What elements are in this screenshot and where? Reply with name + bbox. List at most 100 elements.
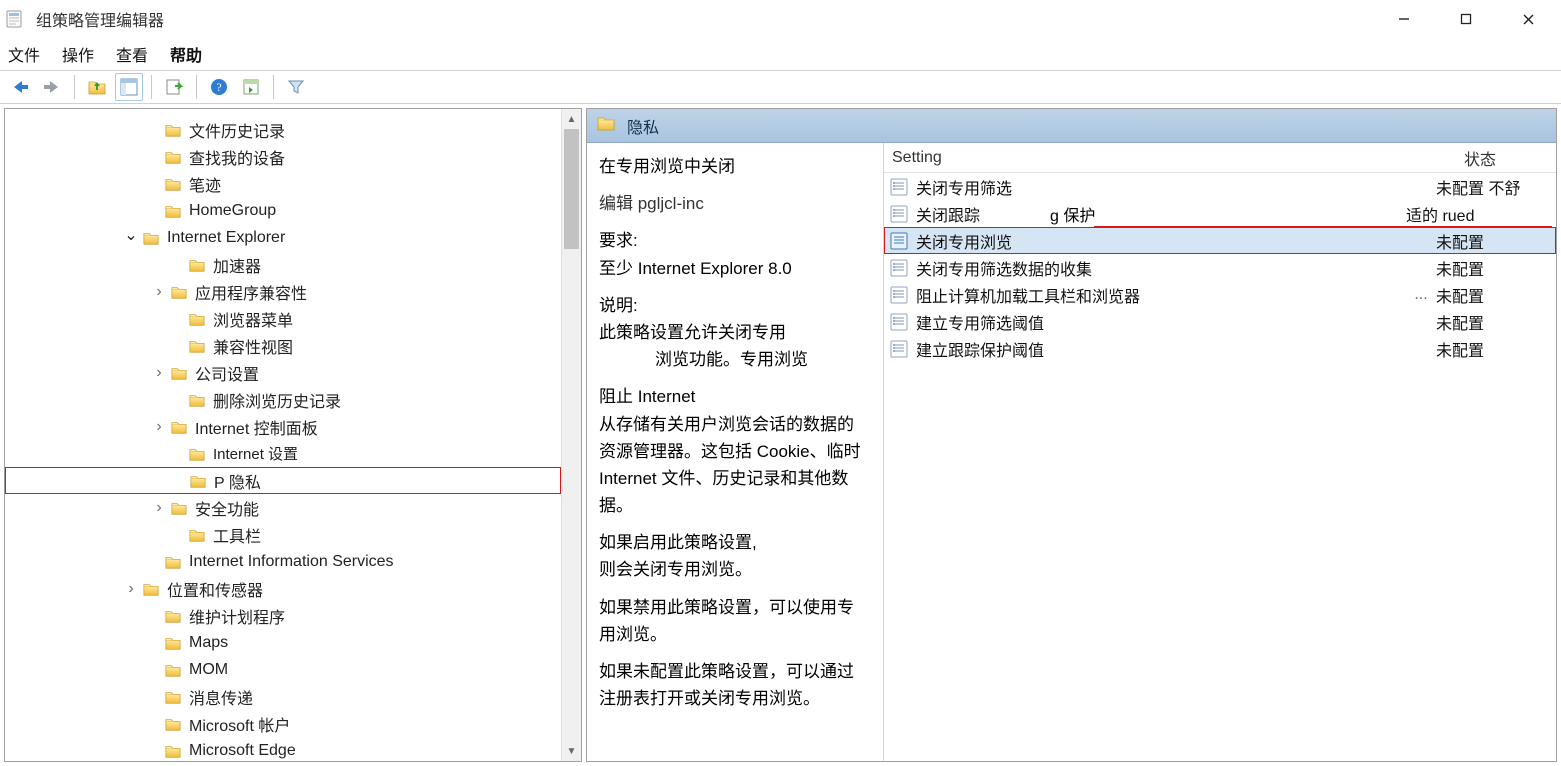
- app-icon: [4, 8, 26, 30]
- menu-action[interactable]: 操作: [62, 42, 94, 66]
- tree-item-label: 笔迹: [189, 172, 221, 196]
- tree-item[interactable]: Internet 设置: [5, 440, 561, 467]
- setting-name: 关闭专用浏览: [916, 229, 1406, 253]
- tree-item[interactable]: 浏览器菜单: [5, 305, 561, 332]
- export-button[interactable]: [160, 73, 188, 101]
- tree-scrollbar[interactable]: ▲ ▼: [561, 109, 581, 761]
- tree-item[interactable]: Microsoft Edge: [5, 737, 561, 761]
- folder-icon: [141, 580, 161, 598]
- chevron-down-icon[interactable]: ⌄: [123, 225, 139, 245]
- chevron-right-icon[interactable]: ›: [151, 499, 167, 517]
- tree-item[interactable]: 删除浏览历史记录: [5, 386, 561, 413]
- help-button[interactable]: ?: [205, 73, 233, 101]
- tree-item-label: Internet 设置: [213, 443, 298, 464]
- minimize-button[interactable]: [1373, 3, 1435, 35]
- folder-icon: [163, 742, 183, 760]
- details-pane: 隐私 ▲ 在专用浏览中关闭 编辑 pgljcl-inc 要求: 至少 Inter…: [586, 108, 1557, 762]
- tree-item-label: Internet Information Services: [189, 553, 394, 571]
- folder-icon: [187, 337, 207, 355]
- scroll-down-icon[interactable]: ▼: [562, 741, 581, 761]
- setting-row[interactable]: 关闭专用筛选数据的收集未配置: [884, 254, 1556, 281]
- tree-item[interactable]: 维护计划程序: [5, 602, 561, 629]
- tree-item-label: 位置和传感器: [167, 577, 263, 601]
- close-button[interactable]: [1497, 3, 1559, 35]
- description-text: 阻止 Internet: [599, 383, 869, 410]
- scroll-up-icon[interactable]: ▲: [562, 109, 581, 129]
- policy-icon: [888, 312, 910, 332]
- description-text: 从存储有关用户浏览会话的数据的资源管理器。这包括 Cookie、临时 Inter…: [599, 411, 869, 520]
- setting-row[interactable]: 关闭专用浏览未配置: [884, 227, 1556, 254]
- tree-item[interactable]: 加速器: [5, 251, 561, 278]
- tree-item-label: 安全功能: [195, 496, 259, 520]
- tree-item[interactable]: P 隐私: [5, 467, 561, 494]
- setting-row[interactable]: 关闭专用筛选 未配置 不舒: [884, 173, 1556, 200]
- tree-item[interactable]: MOM: [5, 656, 561, 683]
- chevron-right-icon[interactable]: ›: [123, 580, 139, 598]
- folder-icon: [187, 310, 207, 328]
- menu-view[interactable]: 查看: [116, 42, 148, 66]
- tree-item[interactable]: HomeGroup: [5, 197, 561, 224]
- setting-name: 关闭专用筛选: [916, 175, 1406, 199]
- settings-list-pane: Setting 状态 关闭专用筛选未配置 不舒关闭跟踪g 保护适的 rued关闭…: [884, 143, 1556, 761]
- chevron-right-icon[interactable]: ›: [151, 364, 167, 382]
- tree-item[interactable]: 文件历史记录: [5, 116, 561, 143]
- tree-item[interactable]: ›公司设置: [5, 359, 561, 386]
- tree-item[interactable]: ›Internet 控制面板: [5, 413, 561, 440]
- column-setting[interactable]: Setting: [884, 149, 1404, 167]
- tree-item[interactable]: ›应用程序兼容性: [5, 278, 561, 305]
- filter-button[interactable]: [282, 73, 310, 101]
- show-hide-tree-button[interactable]: [115, 73, 143, 101]
- setting-row[interactable]: 建立专用筛选阈值未配置: [884, 308, 1556, 335]
- setting-state: 未配置: [1436, 256, 1556, 280]
- window-title: 组策略管理编辑器: [36, 7, 164, 31]
- tree-item[interactable]: 工具栏: [5, 521, 561, 548]
- main-area: 文件历史记录查找我的设备笔迹 HomeGroup ⌄Internet Explore…: [0, 104, 1561, 766]
- details-header: 隐私: [587, 109, 1556, 143]
- policy-icon: [888, 177, 910, 197]
- tree-item[interactable]: 查找我的设备: [5, 143, 561, 170]
- scroll-thumb[interactable]: [564, 129, 579, 249]
- tree-item-label: 兼容性视图: [213, 334, 293, 358]
- column-state[interactable]: 状态: [1404, 146, 1556, 170]
- tree-item[interactable]: ⌄Internet Explorer: [5, 224, 561, 251]
- tree-item[interactable]: 笔迹: [5, 170, 561, 197]
- maximize-button[interactable]: [1435, 3, 1497, 35]
- folder-icon: [187, 445, 207, 463]
- folder-icon: [169, 364, 189, 382]
- folder-icon: [163, 175, 183, 193]
- tree-item[interactable]: Maps: [5, 629, 561, 656]
- chevron-right-icon[interactable]: ›: [151, 283, 167, 301]
- tree-item-label: 工具栏: [213, 523, 261, 547]
- tree-item[interactable]: 消息传递: [5, 683, 561, 710]
- setting-row[interactable]: 关闭跟踪g 保护适的 rued: [884, 200, 1556, 227]
- tree-item-label: MOM: [189, 661, 228, 679]
- tree-item[interactable]: Internet Information Services: [5, 548, 561, 575]
- setting-state: 未配置 不舒: [1436, 175, 1556, 199]
- tree-item[interactable]: › 安全功能: [5, 494, 561, 521]
- edit-link[interactable]: 编辑 pgljcl-inc: [599, 190, 869, 217]
- titlebar: 组策略管理编辑器: [0, 0, 1561, 38]
- properties-button[interactable]: [237, 73, 265, 101]
- policy-icon: [888, 339, 910, 359]
- menu-file[interactable]: 文件: [8, 42, 40, 66]
- chevron-right-icon[interactable]: ›: [151, 418, 167, 436]
- up-folder-button[interactable]: [83, 73, 111, 101]
- setting-state: 未配置: [1436, 310, 1556, 334]
- folder-icon: [163, 121, 183, 139]
- tree-item[interactable]: Microsoft 帐户: [5, 710, 561, 737]
- tree-item-label: HomeGroup: [189, 202, 276, 220]
- tree-item-label: 删除浏览历史记录: [213, 388, 341, 412]
- tree-item-label: Microsoft 帐户: [189, 712, 290, 736]
- nav-back-button[interactable]: [6, 73, 34, 101]
- setting-row[interactable]: 建立跟踪保护阈值未配置: [884, 335, 1556, 362]
- tree-item[interactable]: › 位置和传感器: [5, 575, 561, 602]
- tree-item[interactable]: 兼容性视图: [5, 332, 561, 359]
- folder-icon: [163, 202, 183, 220]
- requirements-value: 至少 Internet Explorer 8.0: [599, 255, 869, 282]
- description-text: 如果未配置此策略设置，可以通过注册表打开或关闭专用浏览。: [599, 658, 869, 712]
- menu-help[interactable]: 帮助: [170, 42, 202, 66]
- description-text: 如果启用此策略设置,: [599, 529, 869, 556]
- nav-forward-button[interactable]: [38, 73, 66, 101]
- setting-row[interactable]: 阻止计算机加载工具栏和浏览器...未配置: [884, 281, 1556, 308]
- tree[interactable]: 文件历史记录查找我的设备笔迹 HomeGroup ⌄Internet Explore…: [5, 110, 561, 761]
